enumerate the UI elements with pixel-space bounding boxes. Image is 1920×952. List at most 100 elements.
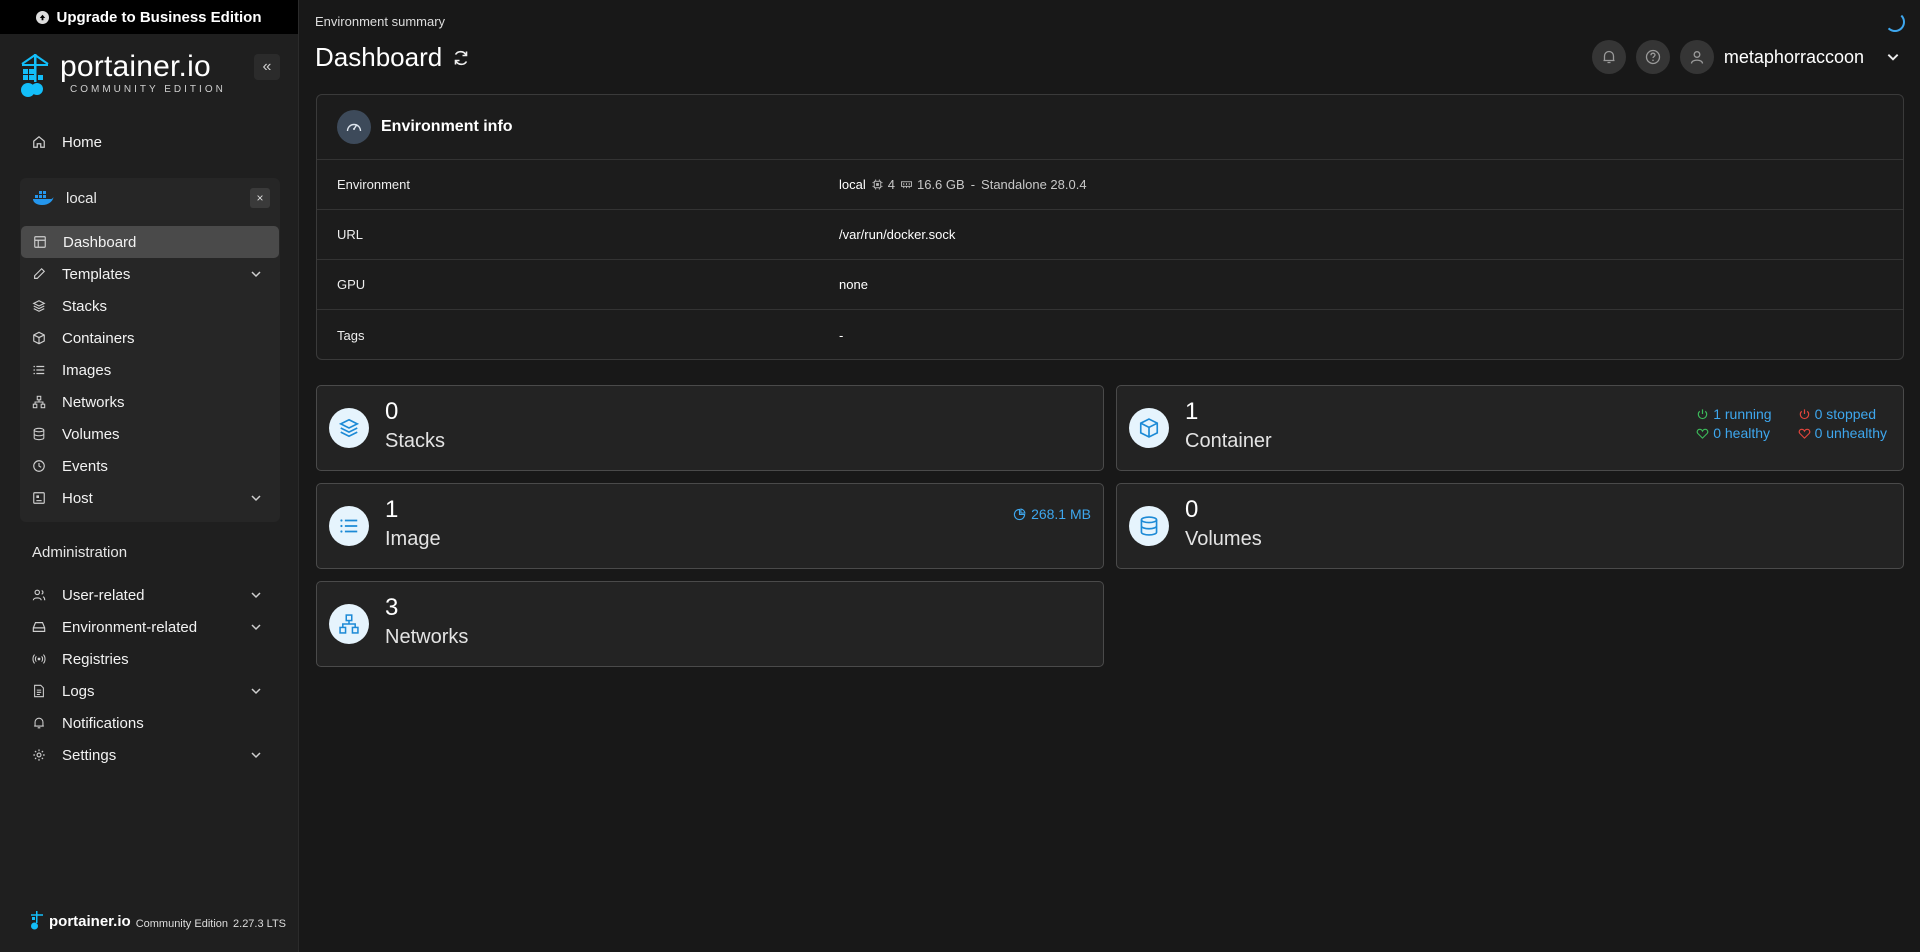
chevron-down-icon [251,495,261,502]
sidebar-item-dashboard[interactable]: Dashboard [21,226,279,258]
brand-edition: COMMUNITY EDITION [70,84,226,95]
arrow-up-circle-icon [36,10,50,24]
close-icon: × [256,191,264,205]
images-size-value: 268.1 MB [1031,506,1091,522]
unhealthy-count: 0 unhealthy [1814,425,1887,441]
collapse-sidebar-button[interactable]: « [254,54,280,80]
info-row-tags: Tags - [317,310,1903,359]
sidebar: Upgrade to Business Edition portainer.io… [0,0,299,952]
upgrade-button[interactable]: Upgrade to Business Edition [0,0,298,34]
sidebar-item-events[interactable]: Events [20,450,280,482]
sidebar-item-registries[interactable]: Registries [18,643,280,675]
bell-icon [1603,50,1615,64]
sidebar-item-label: User-related [62,586,145,604]
bell-icon [34,717,44,729]
hard-drive-icon [32,622,46,632]
sidebar-item-host[interactable]: Host [20,482,280,514]
memory-size: 16.6 GB [900,177,965,192]
dashboard-icon [34,236,46,248]
clock-icon [33,460,45,472]
chevron-down-icon[interactable] [1886,50,1900,64]
info-key: Environment [337,177,410,192]
sidebar-item-label: Logs [62,682,95,700]
stacks-card[interactable]: 0 Stacks [316,385,1104,471]
sidebar-item-networks[interactable]: Networks [20,386,280,418]
sidebar-item-home[interactable]: Home [18,126,280,158]
footer-edition: Community Edition [135,918,229,930]
gauge-icon [337,110,371,144]
edit-icon [34,267,46,279]
sidebar-item-stacks[interactable]: Stacks [20,290,280,322]
list-icon [33,365,45,375]
sidebar-item-notifications[interactable]: Notifications [18,707,280,739]
environment-info-panel: Environment info Environment local 4 16.… [316,94,1904,360]
double-chevron-left-icon: « [262,58,272,75]
username[interactable]: metaphorraccoon [1724,47,1864,68]
sidebar-item-user-related[interactable]: User-related [18,579,280,611]
breadcrumb: Environment summary [315,14,446,29]
volumes-count: 0 [1185,496,1199,523]
sidebar-item-label: Dashboard [63,233,137,251]
sidebar-item-settings[interactable]: Settings [18,739,280,771]
chevron-down-icon [251,688,261,695]
sidebar-item-label: Notifications [62,714,144,732]
docker-icon [33,191,54,205]
sidebar-item-images[interactable]: Images [20,354,280,386]
brand-logo: portainer.io COMMUNITY EDITION « [18,52,280,104]
sidebar-item-logs[interactable]: Logs [18,675,280,707]
images-card[interactable]: 1 Image 268.1 MB [316,483,1104,569]
sidebar-item-label: Registries [62,650,129,668]
containers-label: Container [1185,430,1272,452]
file-text-icon [34,684,44,698]
pie-chart-icon [1013,507,1026,520]
meta-separator: - [970,177,976,192]
help-button[interactable] [1635,40,1670,74]
info-row-gpu: GPU none [317,260,1903,310]
footer-brand: portainer.io [49,913,131,930]
chevron-down-icon [251,592,261,599]
environment-header[interactable]: local [20,178,280,218]
user-avatar[interactable] [1679,40,1714,74]
network-icon [329,604,369,644]
sidebar-item-label: Host [62,489,93,507]
sidebar-footer: portainer.io Community Edition 2.27.3 LT… [30,910,286,930]
network-icon [32,395,46,409]
running-count: 1 running [1713,406,1772,422]
containers-card[interactable]: 1 Container 1 running 0 stopped 0 health… [1116,385,1904,471]
header-actions: metaphorraccoon [1591,40,1900,74]
networks-label: Networks [385,626,469,648]
box-icon [1129,408,1169,448]
url-value: /var/run/docker.sock [839,227,956,242]
power-icon [1799,408,1809,419]
engine-version: Standalone 28.0.4 [981,177,1087,192]
sidebar-item-label: Containers [62,329,135,347]
chevron-down-icon [251,624,261,631]
home-icon [33,135,45,148]
sidebar-item-label: Settings [62,746,117,764]
images-size: 268.1 MB [1013,506,1091,522]
layers-icon [32,300,46,312]
close-environment-button[interactable]: × [250,188,270,208]
volumes-card[interactable]: 0 Volumes [1116,483,1904,569]
info-row-environment: Environment local 4 16.6 GB - Standalone… [317,160,1903,210]
info-key: Tags [337,327,365,343]
environment-panel: local × Dashboard Templates Stacks Conta… [20,178,280,522]
refresh-icon[interactable] [452,49,470,67]
heart-icon [1696,428,1709,439]
info-value: local 4 16.6 GB - Standalone 28.0.4 [839,177,1087,192]
sidebar-item-templates[interactable]: Templates [20,258,280,290]
networks-card[interactable]: 3 Networks [316,581,1104,667]
sidebar-item-containers[interactable]: Containers [20,322,280,354]
layers-icon [329,408,369,448]
environment-nav: Dashboard Templates Stacks Containers Im… [20,226,280,514]
sidebar-item-volumes[interactable]: Volumes [20,418,280,450]
sidebar-item-environment-related[interactable]: Environment-related [18,611,280,643]
sidebar-item-label: Home [62,133,103,151]
environment-info-header: Environment info [317,95,1903,160]
main-content: Environment summary Dashboard metaphorra… [300,0,1920,952]
administration-nav: User-related Environment-related Registr… [18,579,280,771]
radio-icon [32,654,46,664]
memory-value: 16.6 GB [916,177,965,192]
notifications-button[interactable] [1591,40,1626,74]
stacks-label: Stacks [385,430,446,452]
